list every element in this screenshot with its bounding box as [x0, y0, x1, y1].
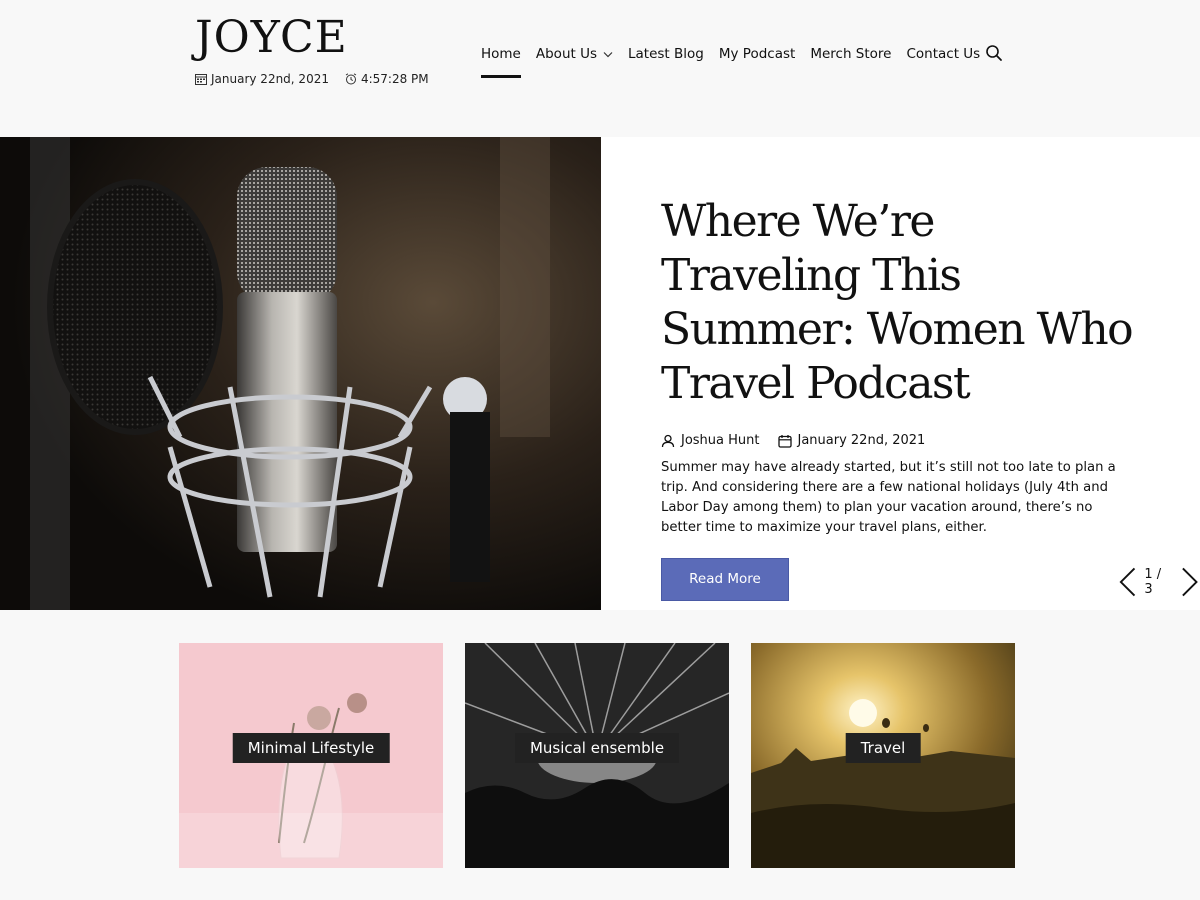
nav-home-label: Home: [481, 46, 521, 62]
read-more-button[interactable]: Read More: [661, 558, 789, 601]
header-datetime: January 22nd, 2021 4:57:28 PM: [195, 72, 429, 86]
category-label: Travel: [845, 733, 921, 763]
post-byline: Joshua Hunt January 22nd, 2021: [661, 433, 1141, 448]
header-date: January 22nd, 2021: [211, 72, 329, 86]
nav-latest-blog[interactable]: Latest Blog: [628, 44, 704, 64]
arrow-right-icon[interactable]: [1179, 566, 1200, 598]
nav-merch-store[interactable]: Merch Store: [810, 44, 891, 64]
category-card-musical-ensemble[interactable]: Musical ensemble: [465, 643, 729, 868]
calendar-icon: [195, 74, 207, 85]
chevron-down-icon: [603, 51, 613, 57]
slider-pager: 1 / 3: [1117, 566, 1200, 598]
nav-merch-label: Merch Store: [810, 46, 892, 62]
category-card-travel[interactable]: Travel: [751, 643, 1015, 868]
category-label: Musical ensemble: [514, 733, 680, 763]
site-header: JOYCE January 22nd, 2021 4:57:28 PM Home…: [0, 0, 1200, 137]
nav-my-podcast[interactable]: My Podcast: [719, 44, 795, 64]
header-time: 4:57:28 PM: [360, 72, 429, 86]
hero-title[interactable]: Where We’re Traveling This Summer: Women…: [661, 195, 1141, 411]
calendar-icon: [777, 434, 792, 448]
slide-counter: 1 / 3: [1144, 567, 1162, 597]
post-date: January 22nd, 2021: [797, 433, 926, 448]
nav-about[interactable]: About Us: [536, 44, 613, 64]
nav-podcast-label: My Podcast: [718, 46, 796, 62]
hero-microphone-image[interactable]: [0, 137, 601, 610]
category-card-minimal-lifestyle[interactable]: Minimal Lifestyle: [179, 643, 443, 868]
search-icon[interactable]: [985, 44, 1003, 62]
clock-icon: [345, 73, 357, 85]
category-label: Minimal Lifestyle: [232, 733, 390, 763]
site-logo[interactable]: JOYCE: [195, 12, 348, 63]
hero-content: Where We’re Traveling This Summer: Women…: [661, 195, 1141, 601]
nav-home[interactable]: Home: [481, 44, 521, 78]
category-cards: Minimal Lifestyle Musical ensemble Trave…: [179, 643, 1015, 868]
arrow-left-icon[interactable]: [1117, 566, 1138, 598]
main-nav: Home About Us Latest Blog My Podcast Mer…: [481, 44, 980, 78]
nav-about-label: About Us: [535, 46, 597, 62]
post-excerpt: Summer may have already started, but it’…: [661, 460, 1116, 535]
featured-slider: Where We’re Traveling This Summer: Women…: [0, 137, 1200, 610]
nav-contact-label: Contact Us: [906, 46, 981, 62]
user-icon: [661, 434, 675, 447]
nav-contact-us[interactable]: Contact Us: [906, 44, 980, 64]
post-author[interactable]: Joshua Hunt: [681, 433, 760, 448]
nav-blog-label: Latest Blog: [628, 46, 704, 62]
